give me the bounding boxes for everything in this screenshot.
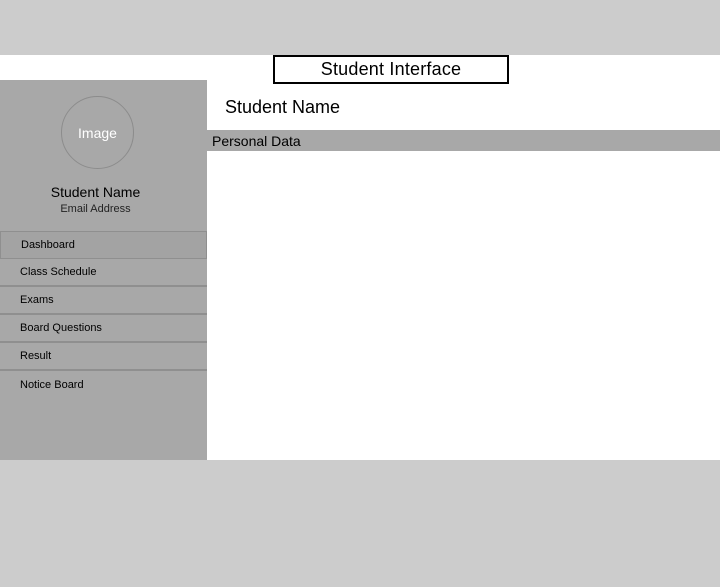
sidebar-item-label: Board Questions <box>20 322 102 334</box>
sidebar-email: Email Address <box>60 203 131 215</box>
sidebar-item-label: Exams <box>20 294 54 306</box>
sidebar-item-class-schedule[interactable]: Class Schedule <box>0 259 207 287</box>
main-student-name: Student Name <box>225 97 341 117</box>
page-title: Student Interface <box>273 55 509 84</box>
sidebar-item-label: Dashboard <box>21 239 75 251</box>
personal-data-header: Personal Data <box>207 130 720 151</box>
sidebar-item-result[interactable]: Result <box>0 343 207 371</box>
sidebar-item-exams[interactable]: Exams <box>0 287 207 315</box>
sidebar-item-label: Class Schedule <box>20 266 97 278</box>
sidebar-item-label: Result <box>20 350 52 362</box>
sidebar-item-dashboard[interactable]: Dashboard <box>0 231 207 259</box>
sidebar-menu: Dashboard Class Schedule Exams Board Que… <box>0 231 207 399</box>
page-title-text: Student Interface <box>320 59 462 79</box>
sidebar: Image Student Name Email Address Dashboa… <box>0 80 207 460</box>
sidebar-item-notice-board[interactable]: Notice Board <box>0 371 207 399</box>
section-title: Personal Data <box>212 132 301 149</box>
sidebar-student-name: Student Name <box>50 184 141 200</box>
avatar-placeholder-label: Image <box>78 124 117 141</box>
sidebar-item-label: Notice Board <box>20 379 84 391</box>
avatar[interactable]: Image <box>61 96 134 169</box>
sidebar-item-board-questions[interactable]: Board Questions <box>0 315 207 343</box>
